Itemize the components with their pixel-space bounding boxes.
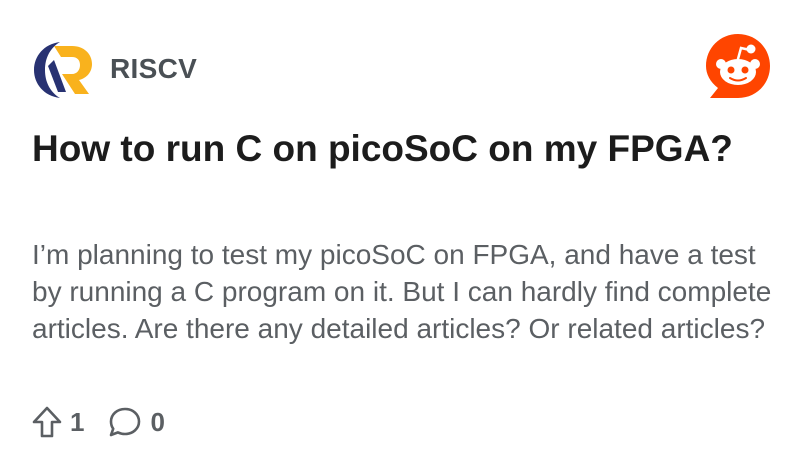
- riscv-logo-icon: [34, 42, 92, 98]
- community-name: RISCV: [110, 53, 198, 84]
- community-link[interactable]: RISCV: [32, 36, 197, 102]
- upvote-button[interactable]: 1: [32, 405, 84, 439]
- post-actions: 1 0: [32, 402, 189, 442]
- post-card: RISCV How to run C on picoSoC on my FPGA…: [0, 0, 800, 476]
- reddit-icon[interactable]: [704, 32, 772, 100]
- post-header: RISCV: [32, 34, 772, 102]
- comment-bubble-icon: [110, 407, 141, 437]
- post-title[interactable]: How to run C on picoSoC on my FPGA?: [32, 126, 762, 172]
- post-body: I’m planning to test my picoSoC on FPGA,…: [32, 239, 772, 344]
- upvote-arrow-icon: [32, 406, 62, 438]
- upvote-count: 1: [70, 406, 85, 437]
- comment-count: 0: [150, 406, 165, 437]
- comments-button[interactable]: 0: [108, 406, 165, 438]
